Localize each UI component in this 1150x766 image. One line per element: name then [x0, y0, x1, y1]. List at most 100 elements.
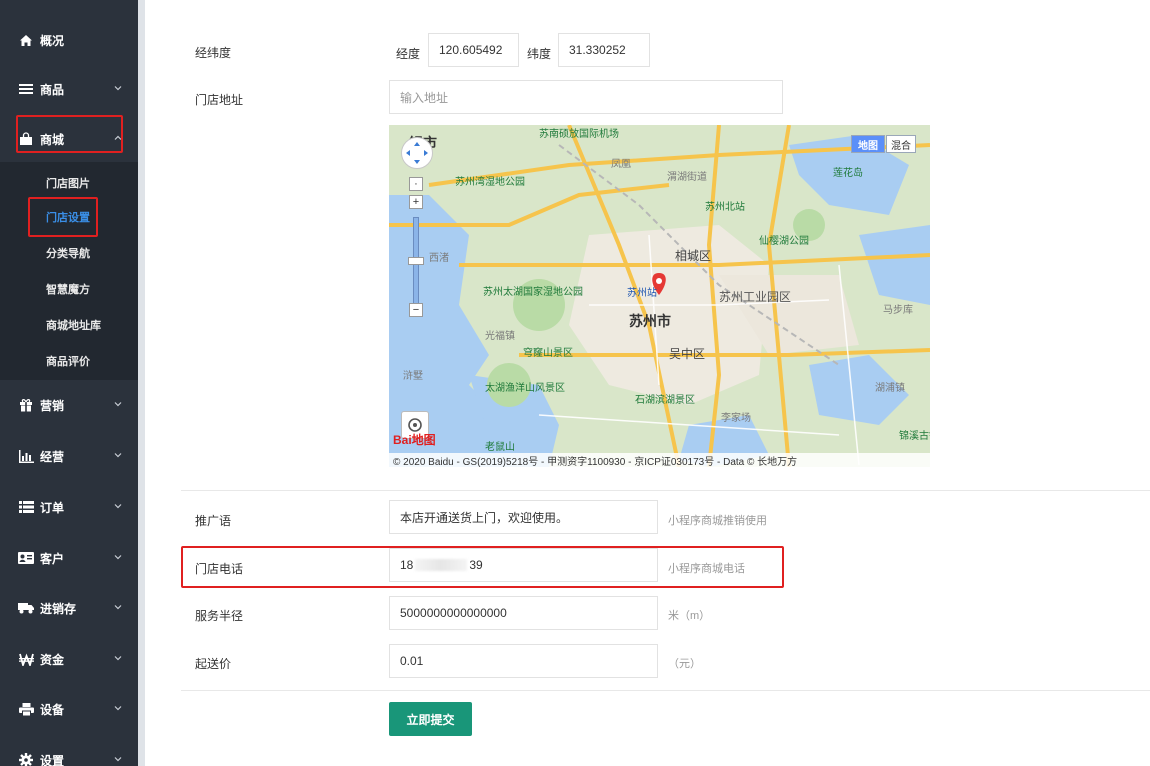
list-icon: [18, 500, 34, 514]
map-label-qionglong: 穹窿山景区: [523, 348, 573, 359]
address-input[interactable]: 输入地址: [389, 80, 783, 114]
highlight-store-settings: [28, 197, 98, 237]
map-label-suzhou: 苏州市: [629, 313, 671, 329]
won-currency-icon: [18, 652, 34, 666]
submenu-store-images[interactable]: 门店图片: [0, 172, 138, 194]
map-label-taihu-fish: 太湖渔洋山风景区: [485, 383, 565, 394]
sidebar-item-label: 设置: [40, 753, 65, 766]
min-price-input[interactable]: 0.01: [389, 644, 658, 678]
map-label-shanghu: 西渚: [429, 253, 449, 264]
pan-arrows-icon: [406, 142, 428, 164]
coords-label: 经纬度: [195, 46, 232, 60]
section-divider: [181, 490, 1150, 491]
min-price-value: 0.01: [400, 654, 424, 668]
map-zoom-thumb[interactable]: [408, 257, 424, 265]
sidebar-item-customers[interactable]: 客户: [0, 540, 138, 576]
lat-value: 31.330252: [569, 43, 626, 57]
min-price-hint: （元）: [668, 658, 701, 670]
phone-value-start: 18: [400, 558, 414, 572]
map-label-lotus: 莲花岛: [833, 168, 863, 179]
mall-submenu: 门店图片 门店设置 分类导航 智慧魔方 商城地址库 商品评价: [0, 162, 138, 380]
map-label-airport: 苏南硕放国际机场: [539, 129, 619, 140]
sidebar-item-marketing[interactable]: 营销: [0, 387, 138, 423]
submenu-label: 门店图片: [46, 178, 90, 190]
contact-card-icon: [18, 551, 34, 565]
map-type-map-button[interactable]: 地图: [851, 135, 885, 153]
map-zoom-slider[interactable]: [413, 217, 419, 317]
submenu-product-reviews[interactable]: 商品评价: [0, 350, 138, 372]
map-label-yunhe: 浒墅: [403, 371, 423, 382]
sidebar-item-overview[interactable]: 概况: [0, 22, 138, 58]
chevron-down-icon: [114, 757, 122, 762]
submenu-label: 商品评价: [46, 356, 90, 368]
lat-input[interactable]: 31.330252: [558, 33, 650, 67]
phone-hint: 小程序商城电话: [668, 563, 745, 575]
radius-label: 服务半径: [195, 609, 244, 623]
map-zoom-out-button[interactable]: −: [409, 303, 423, 317]
lng-value: 120.605492: [439, 43, 503, 57]
sidebar-item-label: 进销存: [40, 601, 77, 616]
submenu-label: 智慧魔方: [46, 284, 90, 296]
map-label-hushan: 湖浦镇: [875, 383, 905, 394]
radius-input[interactable]: 5000000000000000: [389, 596, 658, 630]
sidebar-item-devices[interactable]: 设备: [0, 691, 138, 727]
submit-button[interactable]: 立即提交: [389, 702, 472, 736]
chevron-down-icon: [114, 504, 122, 509]
lng-input[interactable]: 120.605492: [428, 33, 519, 67]
map-label-taihu-park: 苏州太湖国家湿地公园: [483, 287, 583, 298]
slogan-input[interactable]: 本店开通送货上门，欢迎使用。: [389, 500, 658, 534]
sidebar-item-orders[interactable]: 订单: [0, 489, 138, 525]
map-copyright: © 2020 Baidu - GS(2019)5218号 - 甲测资字11009…: [389, 453, 930, 467]
chevron-down-icon: [114, 656, 122, 661]
map-label-shihu: 石湖滨湖景区: [635, 395, 695, 406]
sidebar-item-label: 概况: [40, 33, 65, 48]
sidebar-item-products[interactable]: 商品: [0, 71, 138, 107]
map-label-wetland: 苏州湾湿地公园: [455, 177, 525, 188]
phone-label: 门店电话: [195, 562, 244, 576]
sidebar-item-settings[interactable]: 设置: [0, 742, 138, 766]
lat-label: 纬度: [527, 47, 552, 61]
submenu-category-nav[interactable]: 分类导航: [0, 242, 138, 264]
sidebar-item-label: 资金: [40, 652, 65, 667]
map-label-guangfu: 光福镇: [485, 331, 515, 342]
sidebar-item-label: 商品: [40, 82, 65, 97]
sidebar-item-label: 设备: [40, 702, 65, 717]
map-type-hybrid-button[interactable]: 混合: [886, 135, 916, 153]
map-label-sip: 苏州工业园区: [719, 290, 792, 304]
map-label-jinji: 锦溪古镇: [899, 431, 930, 442]
sidebar-item-funds[interactable]: 资金: [0, 641, 138, 677]
map-label-suzhou-station: 苏州站: [627, 288, 657, 299]
phone-value-end: 39: [469, 558, 483, 572]
sidebar-edge: [138, 0, 145, 766]
radius-hint: 米（m）: [668, 610, 711, 622]
map-locate-small-button[interactable]: ·: [409, 177, 423, 191]
map-label-fuqiao: 马步库: [883, 305, 913, 316]
map-label-jiangxi: 渭湖街道: [667, 172, 707, 183]
gift-icon: [18, 398, 34, 412]
slogan-value: 本店开通送货上门，欢迎使用。: [400, 510, 569, 525]
map-label-laohushan: 老鼠山: [485, 442, 515, 453]
min-price-label: 起送价: [195, 657, 232, 671]
printer-icon: [18, 702, 34, 716]
submenu-address-library[interactable]: 商城地址库: [0, 314, 138, 336]
sidebar-item-operations[interactable]: 经营: [0, 438, 138, 474]
sidebar-item-inventory[interactable]: 进销存: [0, 590, 138, 626]
address-placeholder: 输入地址: [400, 90, 449, 105]
map-label-xiangcheng: 相城区: [675, 249, 712, 263]
sidebar-item-label: 订单: [40, 500, 65, 515]
list-icon: [18, 82, 34, 96]
map-label-yueyuan: 李家场: [721, 413, 751, 424]
submenu-label: 分类导航: [46, 248, 90, 260]
submenu-smart-cube[interactable]: 智慧魔方: [0, 278, 138, 300]
truck-icon: [18, 601, 34, 615]
phone-input[interactable]: 18 39: [389, 548, 658, 582]
map-zoom-in-button[interactable]: +: [409, 195, 423, 209]
sidebar-item-label: 营销: [40, 398, 65, 413]
map-pan-control[interactable]: [401, 137, 433, 169]
map-label-wuzhong: 吴中区: [669, 347, 706, 361]
phone-redacted: [415, 559, 468, 571]
slogan-label: 推广语: [195, 514, 232, 528]
submenu-label: 商城地址库: [46, 320, 101, 332]
sidebar-item-label: 客户: [40, 551, 65, 566]
store-map[interactable]: 锡市 苏南硕放国际机场 苏州湾湿地公园 凤凰 渭湖街道 苏州北站 莲花岛 仙樱湖…: [389, 125, 930, 467]
